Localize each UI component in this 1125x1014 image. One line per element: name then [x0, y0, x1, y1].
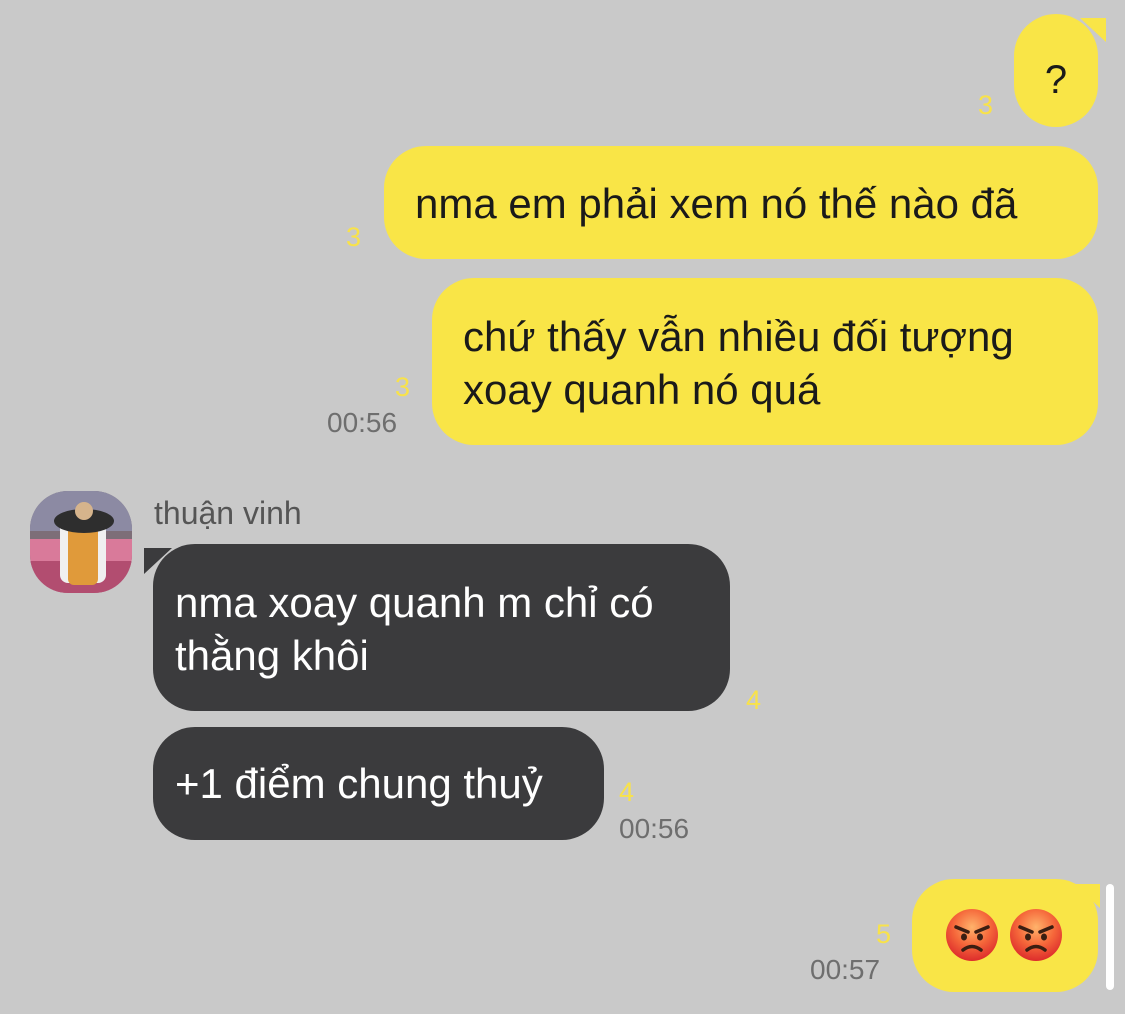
outgoing-message-bubble[interactable]: chứ thấy vẫn nhiều đối tượng xoay quanh … [432, 278, 1098, 445]
angry-face-icon [1010, 909, 1062, 961]
incoming-message-bubble[interactable]: nma xoay quanh m chỉ có thằng khôi [153, 544, 730, 711]
message-text: ? [1044, 58, 1068, 102]
unread-count: 5 [876, 919, 892, 949]
incoming-message-bubble[interactable]: +1 điểm chung thuỷ [153, 727, 604, 840]
outgoing-message-bubble[interactable]: nma em phải xem nó thế nào đã [384, 146, 1098, 259]
message-line: thằng khôi [175, 632, 369, 679]
outgoing-message-bubble[interactable] [912, 879, 1098, 992]
timestamp: 00:57 [810, 954, 881, 985]
message-line: nma xoay quanh m chỉ có [175, 579, 654, 626]
unread-count: 4 [746, 685, 762, 715]
sender-name: thuận vinh [154, 495, 302, 531]
outgoing-message-bubble[interactable]: ? [1014, 14, 1098, 127]
avatar-photo [30, 491, 132, 593]
unread-count: 3 [395, 372, 411, 402]
timestamp: 00:56 [327, 407, 398, 438]
message-line: xoay quanh nó quá [463, 366, 821, 413]
angry-face-icon [946, 909, 998, 961]
message-line: chứ thấy vẫn nhiều đối tượng [463, 313, 1014, 360]
unread-count: 4 [619, 777, 635, 807]
avatar[interactable] [30, 491, 132, 593]
message-text: +1 điểm chung thuỷ [175, 760, 543, 807]
scrollbar[interactable] [1106, 884, 1114, 990]
timestamp: 00:56 [619, 813, 690, 844]
unread-count: 3 [978, 90, 994, 120]
unread-count: 3 [346, 222, 362, 252]
message-text: nma em phải xem nó thế nào đã [415, 180, 1018, 227]
